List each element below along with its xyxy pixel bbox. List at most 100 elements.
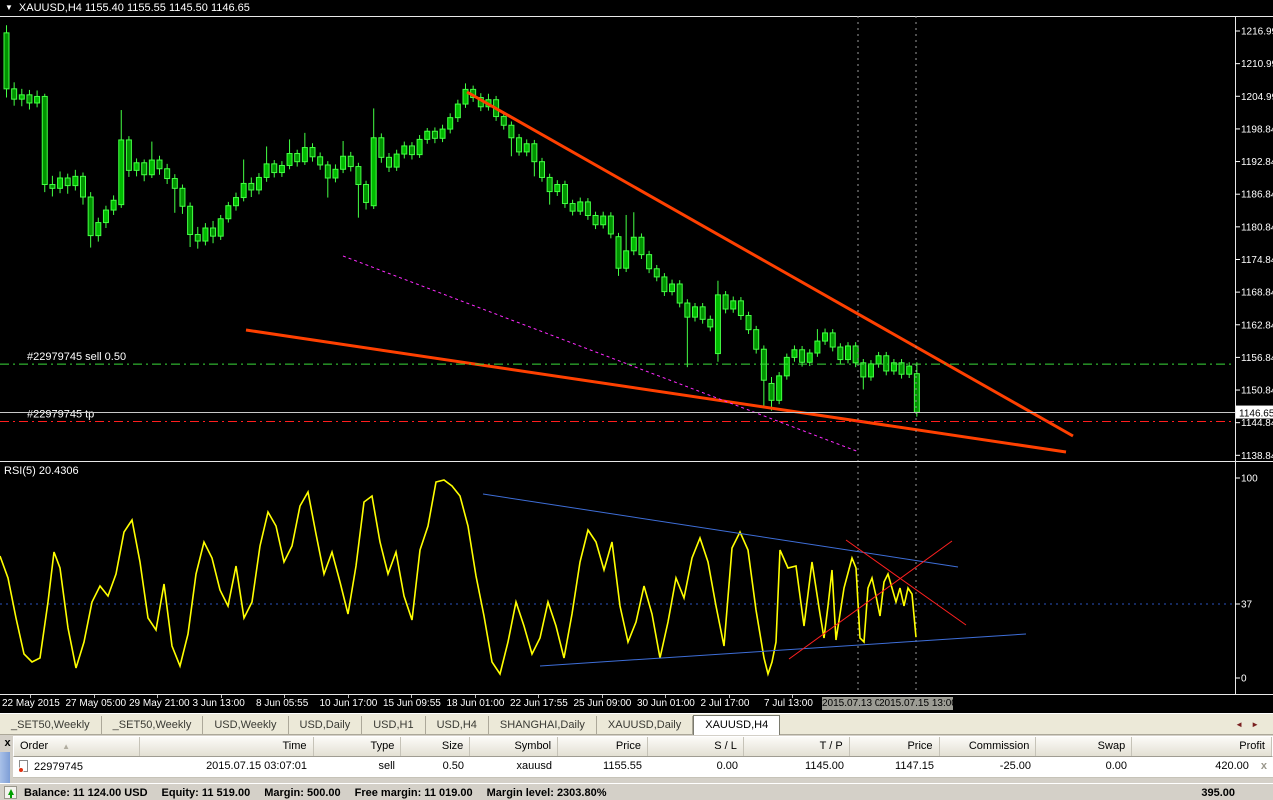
chart-tab-usd-daily[interactable]: USD,Daily: [289, 716, 363, 735]
current-price-value: 1146.65: [1239, 409, 1273, 420]
column-header-time[interactable]: Time: [140, 737, 314, 756]
time-axis-label: 30 Jun 01:00: [637, 698, 695, 709]
close-order-icon[interactable]: x: [1261, 760, 1267, 772]
price-axis-label: 1150.84: [1241, 386, 1273, 397]
time-axis-label: 2 Jul 17:00: [700, 698, 750, 709]
order-cell-time[interactable]: 2015.07.15 03:07:01: [139, 757, 313, 777]
order-cell-s-l[interactable]: 0.00: [648, 757, 744, 777]
price-axis-label: 1204.99: [1241, 92, 1273, 103]
price-axis-label: 1180.84: [1241, 222, 1273, 233]
candle: [783, 353, 790, 380]
order-cell-commission[interactable]: -25.00: [940, 757, 1037, 777]
order-cell-price[interactable]: 1147.15: [850, 757, 940, 777]
status-item: Equity: 11 519.00: [161, 787, 251, 799]
order-row[interactable]: 22979745 2015.07.15 03:07:01 sell 0.50 xauus…: [13, 757, 1273, 778]
price-axis-label: 1186.84: [1241, 190, 1273, 201]
tab-scroll-left-icon[interactable]: ◄: [1235, 720, 1251, 729]
candle: [41, 93, 48, 193]
candle: [676, 280, 683, 308]
price-axis-label: 1156.84: [1241, 353, 1273, 364]
chart-tab--set50-weekly[interactable]: _SET50,Weekly: [102, 716, 204, 735]
chart-tab-usd-h1[interactable]: USD,H1: [362, 716, 426, 735]
order-cell-type[interactable]: sell: [313, 757, 401, 777]
column-header-price[interactable]: Price: [850, 737, 940, 756]
price-axis-label: 1198.84: [1241, 124, 1273, 135]
price-axis-label: 1168.84: [1241, 288, 1273, 299]
time-axis-label: 8 Jun 05:55: [256, 698, 309, 709]
time-axis[interactable]: 22 May 2015 27 May 05:00 29 May 21:00 3 Jun…: [0, 695, 1273, 713]
status-item: Balance: 11 124.00 USD: [24, 787, 148, 799]
order-cell-order[interactable]: 22979745: [13, 757, 139, 777]
order-cell-t-p[interactable]: 1145.00: [744, 757, 850, 777]
price-axis-label: 1138.84: [1241, 451, 1273, 462]
price-axis-label: 1210.99: [1241, 59, 1273, 70]
price-chart-canvas[interactable]: #22979745 sell 0.50 #22979745 tp 1216.99 12…: [0, 16, 1273, 695]
candle: [3, 25, 10, 98]
candle: [753, 325, 760, 354]
column-header-commission[interactable]: Commission: [940, 737, 1037, 756]
tab-scroll-right-icon[interactable]: ►: [1251, 720, 1267, 729]
sell-order-icon: [18, 760, 28, 773]
tab-scroll-arrows[interactable]: ◄►: [1235, 720, 1267, 729]
column-header-type[interactable]: Type: [314, 737, 402, 756]
price-axis-label: 1216.99: [1241, 27, 1273, 38]
time-axis-label: 22 Jun 17:55: [510, 698, 568, 709]
order-cell-size[interactable]: 0.50: [401, 757, 470, 777]
column-header-size[interactable]: Size: [401, 737, 471, 756]
rsi-indicator-label: RSI(5) 20.4306: [4, 465, 79, 477]
time-axis-label: 15 Jun 09:55: [383, 698, 441, 709]
chart-background: [0, 16, 1273, 695]
candle: [607, 212, 614, 239]
chart-collapse-icon[interactable]: ▼: [5, 0, 13, 16]
chart-tab-usd-weekly[interactable]: USD,Weekly: [203, 716, 289, 735]
chart-title-bar: ▼ XAUUSD,H4 1155.40 1155.55 1145.50 1146.…: [0, 0, 1273, 16]
crosshair-date-box: 2015.07.13 0: [822, 697, 879, 710]
chart-tab-shanghai-daily[interactable]: SHANGHAI,Daily: [489, 716, 597, 735]
price-axis-label: 1162.84: [1241, 320, 1273, 331]
trade-status-icon: [4, 786, 17, 799]
column-header-t-p[interactable]: T / P: [744, 737, 850, 756]
chart-tab-xauusd-h4[interactable]: XAUUSD,H4: [693, 715, 781, 736]
order-cell-swap[interactable]: 0.00: [1037, 757, 1133, 777]
chart-tab-xauusd-daily[interactable]: XAUUSD,Daily: [597, 716, 694, 735]
orders-table-header: Order ▲ Time Type Size Symbol Price S / LT / PP…: [13, 736, 1273, 757]
orders-table: Order ▲ Time Type Size Symbol Price S / LT / PP…: [13, 736, 1273, 778]
column-header-s-l[interactable]: S / L: [648, 737, 744, 756]
chart-tab--set50-weekly[interactable]: _SET50,Weekly: [0, 716, 102, 735]
column-header-profit[interactable]: Profit: [1132, 737, 1272, 756]
account-status-bar: Balance: 11 124.00 USD Equity: 11 519.00 M…: [0, 783, 1273, 800]
candle: [125, 136, 132, 177]
terminal-close-button[interactable]: x: [2, 737, 13, 750]
time-axis-label: 25 Jun 09:00: [573, 698, 632, 709]
time-axis-label: 10 Jun 17:00: [319, 698, 378, 709]
column-header-swap[interactable]: Swap: [1036, 737, 1133, 756]
time-axis-label: 29 May 21:00: [129, 698, 190, 709]
order-line-label: #22979745 tp: [27, 409, 94, 421]
time-axis-label: 3 Jun 13:00: [192, 698, 245, 709]
account-summary: Balance: 11 124.00 USD Equity: 11 519.00 M…: [24, 787, 620, 799]
order-cell-symbol[interactable]: xauusd: [470, 757, 558, 777]
time-axis-label: 18 Jun 01:00: [446, 698, 505, 709]
chart-tab-bar: _SET50,Weekly _SET50,Weekly USD,Weekly USD,…: [0, 713, 1273, 736]
time-axis-label: 22 May 2015: [2, 698, 60, 709]
chart-tab-usd-h4[interactable]: USD,H4: [426, 716, 489, 735]
status-item: Margin: 500.00: [264, 787, 341, 799]
order-cell-price[interactable]: 1155.55: [558, 757, 648, 777]
status-item: Margin level: 2303.80%: [486, 787, 607, 799]
time-axis-label: 27 May 05:00: [65, 698, 127, 709]
price-axis-label: 1174.84: [1241, 255, 1273, 266]
order-line-label: #22979745 sell 0.50: [27, 351, 126, 363]
candle: [217, 214, 224, 240]
floating-profit-value: 395.00: [1201, 787, 1235, 799]
price-axis-label: 1192.84: [1241, 157, 1273, 168]
column-header-order[interactable]: Order ▲: [14, 737, 140, 756]
mt4-window: ▼ XAUUSD,H4 1155.40 1155.55 1145.50 1146.…: [0, 0, 1273, 800]
status-item: Free margin: 11 019.00: [354, 787, 473, 799]
column-header-symbol[interactable]: Symbol: [470, 737, 559, 756]
order-cell-profit[interactable]: 420.00 x: [1133, 757, 1273, 777]
rsi-axis-label: 100: [1241, 474, 1258, 485]
price-axis-label: 1144.84: [1241, 418, 1273, 429]
chart-title-text: XAUUSD,H4 1155.40 1155.55 1145.50 1146.6…: [18, 2, 250, 14]
column-header-price[interactable]: Price: [558, 737, 648, 756]
crosshair-date-box: 2015.07.15 13:00: [879, 697, 953, 710]
